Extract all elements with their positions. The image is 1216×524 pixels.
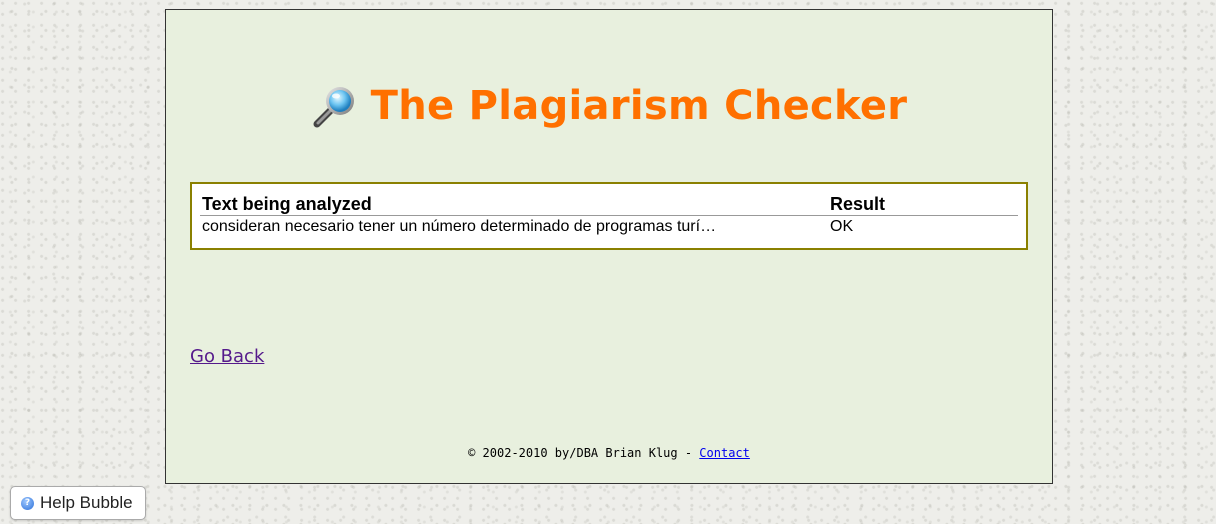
table-row: consideran necesario tener un número det… [200, 216, 1018, 237]
copyright-text: © 2002-2010 by/DBA Brian Klug - [468, 446, 700, 460]
contact-link[interactable]: Contact [699, 446, 750, 460]
result-cell: OK [830, 218, 854, 235]
page-title: The Plagiarism Checker [370, 83, 908, 129]
magnifying-glass-icon [311, 82, 359, 130]
column-header-text: Text being analyzed [200, 192, 824, 216]
table-header-row: Text being analyzed Result [200, 192, 1018, 216]
page-header: The Plagiarism Checker [166, 76, 1052, 136]
column-header-result: Result [824, 192, 1018, 216]
results-table: Text being analyzed Result consideran ne… [200, 192, 1018, 236]
help-bubble-label: Help Bubble [40, 493, 133, 512]
results-box: Text being analyzed Result consideran ne… [190, 182, 1028, 250]
go-back-link[interactable]: Go Back [190, 346, 264, 367]
main-panel: The Plagiarism Checker Text being analyz… [165, 9, 1053, 484]
footer: © 2002-2010 by/DBA Brian Klug - Contact [166, 446, 1052, 460]
analyzed-text-cell: consideran necesario tener un número det… [202, 218, 717, 235]
help-bubble-button[interactable]: ? Help Bubble [10, 486, 146, 520]
help-icon: ? [21, 496, 34, 510]
